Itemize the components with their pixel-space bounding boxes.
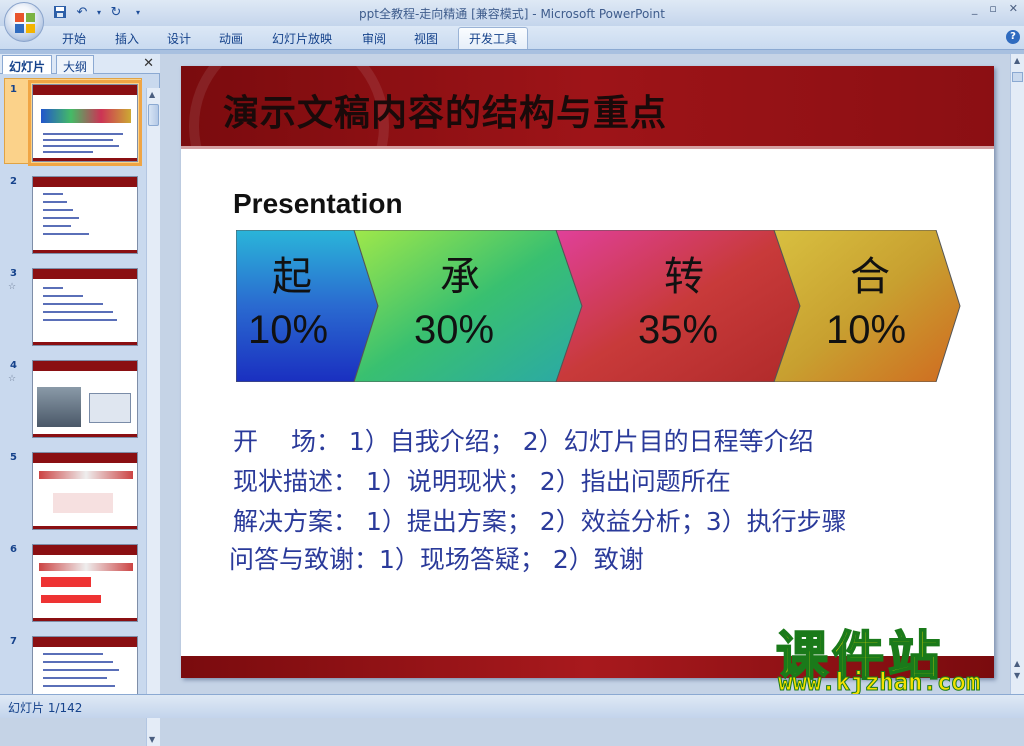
segment-char-1: 起: [272, 254, 312, 300]
animation-star-icon[interactable]: ☆: [8, 282, 16, 292]
scroll-thumb[interactable]: [148, 104, 159, 126]
tab-home[interactable]: 开始: [62, 30, 86, 47]
thumbnail-preview[interactable]: [32, 268, 138, 346]
thumbnail-number: 6: [10, 544, 17, 555]
ribbon-tab-bar: 开始 插入 设计 动画 幻灯片放映 审阅 视图 开发工具 ?: [0, 26, 1024, 50]
thumbnail-preview[interactable]: [32, 636, 138, 694]
thumbnail-number: 2: [10, 176, 17, 187]
segment-percent-3: 35%: [638, 308, 719, 352]
minimize-button[interactable]: _: [972, 2, 978, 15]
thumbnail-preview[interactable]: [32, 452, 138, 530]
thumbnail-preview[interactable]: [32, 544, 138, 622]
slide-title[interactable]: 演示文稿内容的结构与重点: [223, 84, 667, 136]
segment-percent-1: 10%: [248, 308, 329, 352]
tab-design[interactable]: 设计: [167, 30, 191, 47]
thumbnail-preview[interactable]: [28, 80, 142, 166]
thumbnail-number: 3: [10, 268, 17, 279]
slide-counter: 幻灯片 1/142: [8, 701, 83, 715]
help-icon[interactable]: ?: [1006, 30, 1020, 44]
content-line-2[interactable]: 现状描述： 1）说明现状； 2）指出问题所在: [233, 462, 731, 498]
segment-char-4: 合: [850, 254, 890, 300]
segment-char-2: 承: [440, 254, 480, 300]
restore-button[interactable]: ▫: [989, 2, 996, 15]
close-button[interactable]: ✕: [1009, 2, 1018, 15]
scroll-up-icon[interactable]: ▲: [149, 90, 155, 99]
slide-editing-area: 演示文稿内容的结构与重点 Presentation 起 10% 承 30% 转 …: [161, 54, 1010, 694]
tab-developer[interactable]: 开发工具: [458, 27, 529, 49]
segment-percent-2: 30%: [414, 308, 495, 352]
presentation-label[interactable]: Presentation: [233, 188, 403, 220]
slide-thumbnail-6[interactable]: 6: [0, 540, 146, 628]
thumbnail-number: 1: [10, 84, 17, 95]
slide-canvas[interactable]: 演示文稿内容的结构与重点 Presentation 起 10% 承 30% 转 …: [181, 66, 994, 678]
content-line-3[interactable]: 解决方案： 1）提出方案； 2）效益分析；3）执行步骤: [233, 502, 847, 538]
slide-thumbnail-7[interactable]: 7: [0, 632, 146, 694]
slide-thumbnail-2[interactable]: 2: [0, 172, 146, 260]
content-line-4[interactable]: 问答与致谢：1）现场答疑； 2）致谢: [229, 540, 644, 576]
scroll-up-icon[interactable]: ▲: [1014, 56, 1020, 65]
close-panel-icon[interactable]: ✕: [143, 56, 154, 71]
panel-tab-bar: 幻灯片 大纲 ✕: [0, 54, 160, 74]
thumbnail-preview[interactable]: [32, 360, 138, 438]
next-slide-icon[interactable]: ▼: [1014, 671, 1020, 680]
office-logo-icon: [15, 13, 35, 33]
slide-thumbnail-3[interactable]: 3 ☆: [0, 264, 146, 352]
title-bar: ↶ ▾ ↻ ▾ ppt全教程-走向精通 [兼容模式] - Microsoft P…: [0, 0, 1024, 26]
thumbnail-number: 4: [10, 360, 17, 371]
previous-slide-icon[interactable]: ▲: [1014, 659, 1020, 668]
slide-thumbnail-4[interactable]: 4 ☆: [0, 356, 146, 444]
tab-insert[interactable]: 插入: [115, 30, 139, 47]
watermark-url: www.kjzhan.com: [777, 668, 981, 697]
slides-panel: 幻灯片 大纲 ✕ 1 2 3 ☆ 4 ☆ 5 6 7 ▲ ▼: [0, 54, 160, 746]
thumbnail-preview[interactable]: [32, 176, 138, 254]
office-button[interactable]: [4, 2, 44, 42]
tab-slideshow[interactable]: 幻灯片放映: [272, 30, 332, 47]
tab-outline[interactable]: 大纲: [56, 55, 95, 74]
scroll-down-icon[interactable]: ▼: [149, 735, 155, 744]
header-underline: [181, 146, 994, 149]
window-title: ppt全教程-走向精通 [兼容模式] - Microsoft PowerPoin…: [359, 7, 665, 21]
chevron-process-graphic[interactable]: 起 10% 承 30% 转 35% 合 10%: [235, 229, 961, 383]
tab-review[interactable]: 审阅: [362, 30, 386, 47]
status-bar: 幻灯片 1/142: [0, 694, 1024, 718]
thumbnail-list: 1 2 3 ☆ 4 ☆ 5 6 7: [0, 76, 146, 694]
slide-thumbnail-5[interactable]: 5: [0, 448, 146, 536]
tab-slides[interactable]: 幻灯片: [2, 55, 53, 74]
tab-animations[interactable]: 动画: [219, 30, 243, 47]
slide-thumbnail-1[interactable]: 1: [0, 80, 146, 168]
window-controls: _ ▫ ✕: [972, 2, 1018, 15]
thumbnail-number: 7: [10, 636, 17, 647]
segment-percent-4: 10%: [826, 308, 907, 352]
animation-star-icon[interactable]: ☆: [8, 374, 16, 384]
scroll-thumb[interactable]: [1012, 72, 1023, 82]
thumbnail-number: 5: [10, 452, 17, 463]
segment-char-3: 转: [664, 254, 704, 300]
panel-scrollbar[interactable]: ▲ ▼: [146, 88, 160, 746]
tab-view[interactable]: 视图: [414, 30, 438, 47]
content-line-1[interactable]: 开 场： 1）自我介绍； 2）幻灯片目的日程等介绍: [233, 422, 814, 458]
slide-scrollbar[interactable]: ▲ ▲ ▼: [1010, 54, 1024, 694]
